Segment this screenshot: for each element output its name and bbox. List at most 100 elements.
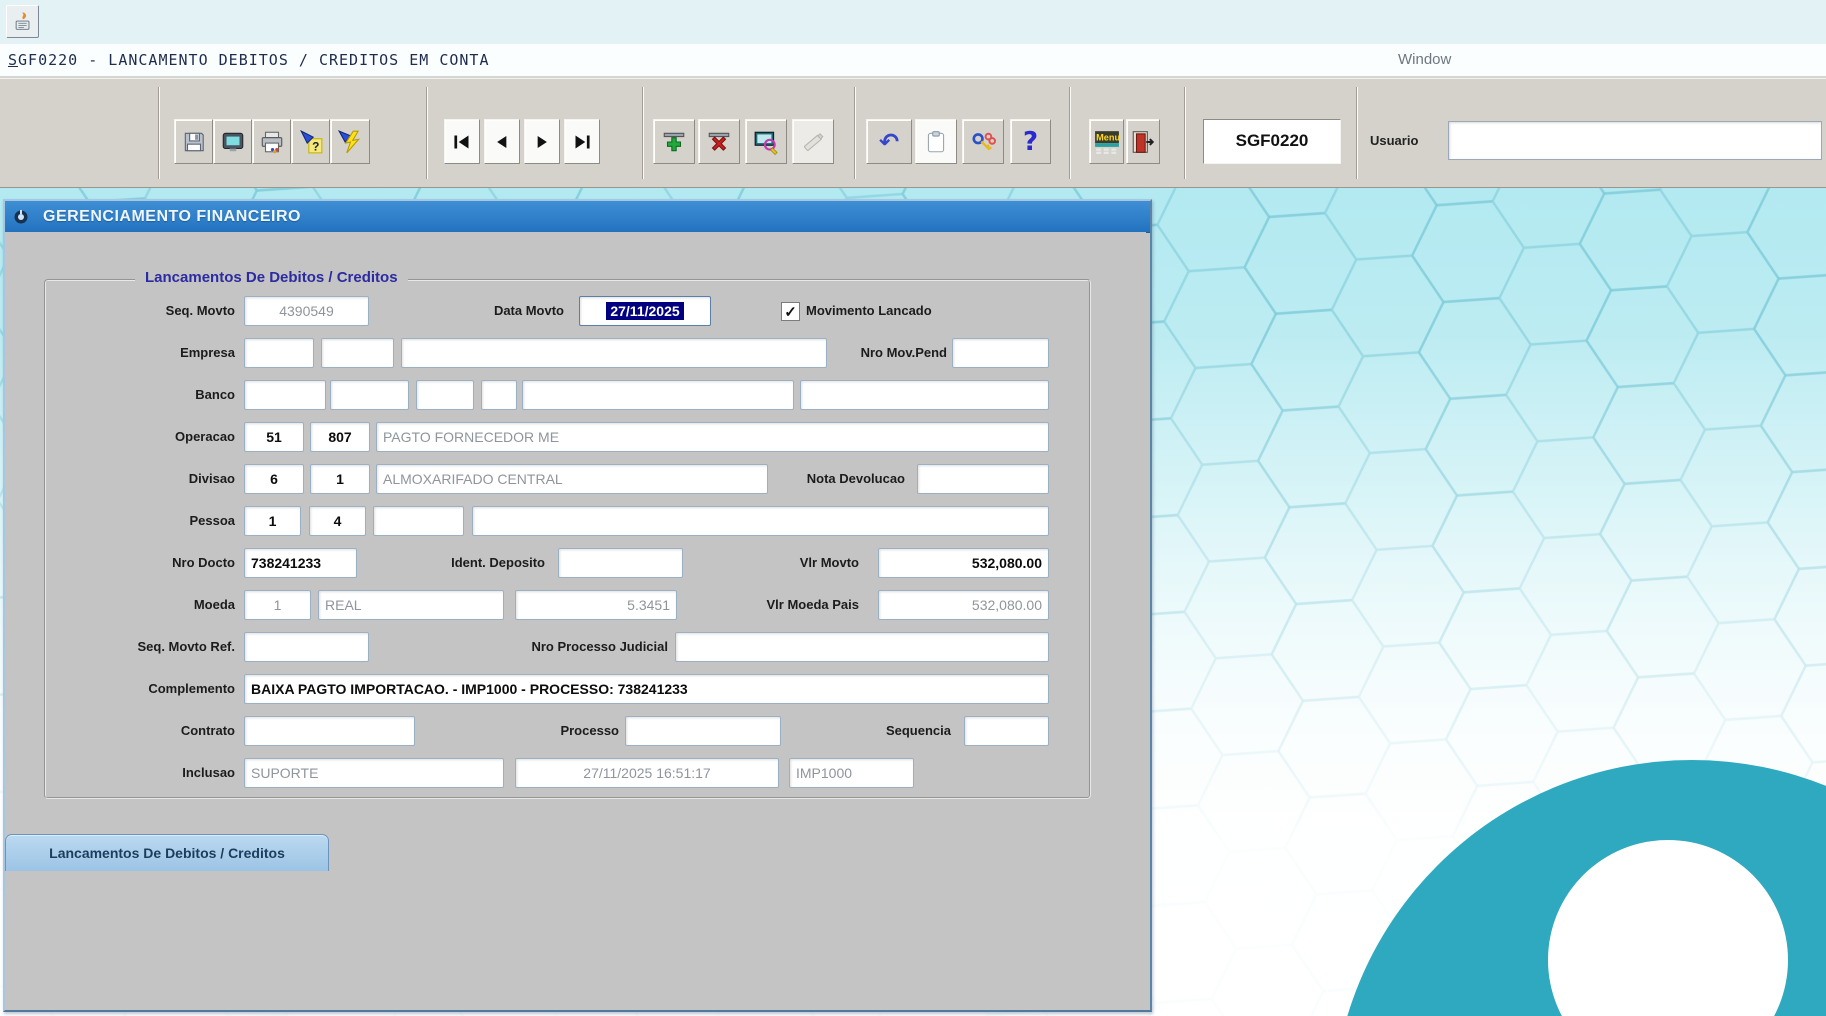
vlr-movto-field[interactable]: 532,080.00: [878, 548, 1049, 578]
complemento-label: Complemento: [32, 674, 235, 704]
delete-record-icon: [706, 129, 732, 155]
divisao-code2-field[interactable]: 1: [310, 464, 370, 494]
tab-lancamentos-debitos-creditos[interactable]: Lancamentos De Debitos / Creditos: [5, 834, 329, 871]
selected-text: 27/11/2025: [606, 302, 683, 320]
nav-next-button[interactable]: [524, 119, 560, 164]
seq-movto-field[interactable]: 4390549: [244, 296, 369, 326]
help-button[interactable]: ?: [1010, 119, 1051, 164]
vlr-moeda-pais-field[interactable]: 532,080.00: [878, 590, 1049, 620]
operacao-desc-field[interactable]: PAGTO FORNECEDOR ME: [376, 422, 1049, 452]
movimento-lancado-checkbox[interactable]: ✓: [781, 302, 800, 321]
insert-record-button[interactable]: [653, 119, 695, 164]
moeda-name-field[interactable]: REAL: [318, 590, 504, 620]
toolbar: ?: [0, 78, 1826, 188]
sequencia-label: Sequencia: [809, 716, 951, 746]
screen: SGF0220 - LANCAMENTO DEBITOS / CREDITOS …: [0, 0, 1826, 1016]
display-record-icon: [753, 129, 779, 155]
execute-query-icon: [337, 129, 363, 155]
nro-docto-field[interactable]: 738241233: [244, 548, 357, 578]
complemento-field[interactable]: BAIXA PAGTO IMPORTACAO. - IMP1000 - PROC…: [244, 674, 1049, 704]
save-button[interactable]: [174, 119, 213, 164]
contrato-field[interactable]: [244, 716, 415, 746]
undo-button[interactable]: ↶: [866, 119, 912, 164]
toolbar-separator: [1356, 87, 1358, 179]
divisao-desc-field[interactable]: ALMOXARIFADO CENTRAL: [376, 464, 768, 494]
menu-window[interactable]: Window: [1398, 44, 1451, 76]
inclusao-usuario-field[interactable]: SUPORTE: [244, 758, 504, 788]
nro-mov-pend-field[interactable]: [952, 338, 1049, 368]
pessoa-code2-field[interactable]: 4: [309, 506, 366, 536]
banco-field-5[interactable]: [522, 380, 794, 410]
empresa-field-3[interactable]: [401, 338, 827, 368]
clipboard-button[interactable]: [915, 119, 957, 164]
nro-processo-judicial-label: Nro Processo Judicial: [468, 632, 668, 662]
nav-prev-button[interactable]: [484, 119, 520, 164]
moeda-code-field[interactable]: 1: [244, 590, 311, 620]
execute-query-button[interactable]: [330, 119, 370, 164]
insert-record-icon: [661, 129, 687, 155]
display-button[interactable]: [213, 119, 252, 164]
gerenciamento-financeiro-window: GERENCIAMENTO FINANCEIRO Lancamentos De …: [3, 199, 1152, 1012]
exit-icon: [1130, 129, 1156, 155]
toolbar-separator: [1069, 87, 1071, 179]
pessoa-code1-field[interactable]: 1: [244, 506, 301, 536]
toolbar-separator: [854, 87, 856, 179]
exit-button[interactable]: [1126, 119, 1160, 164]
toolbar-separator: [158, 87, 160, 179]
contrato-label: Contrato: [32, 716, 235, 746]
menu-screen-button[interactable]: Menu: [1089, 119, 1124, 164]
seq-movto-ref-field[interactable]: [244, 632, 369, 662]
processo-field[interactable]: [625, 716, 781, 746]
help-icon: ?: [1023, 129, 1038, 155]
clear-record-button[interactable]: [792, 119, 834, 164]
usuario-label: Usuario: [1370, 119, 1418, 162]
pessoa-label: Pessoa: [32, 506, 235, 536]
pessoa-field-3[interactable]: [373, 506, 464, 536]
clipboard-icon: [923, 129, 949, 155]
group-title: Lancamentos De Debitos / Creditos: [135, 265, 408, 291]
divisao-code1-field[interactable]: 6: [244, 464, 304, 494]
usuario-input[interactable]: [1448, 121, 1822, 160]
nav-next-icon: [529, 129, 555, 155]
data-movto-field[interactable]: 27/11/2025: [579, 296, 711, 326]
enter-query-button[interactable]: ?: [291, 119, 330, 164]
operacao-code2-field[interactable]: 807: [310, 422, 370, 452]
top-strip: [0, 0, 1826, 44]
empresa-field-2[interactable]: [321, 338, 394, 368]
toolbar-separator: [1184, 87, 1186, 179]
window-titlebar[interactable]: GERENCIAMENTO FINANCEIRO: [5, 201, 1150, 233]
display-record-button[interactable]: [745, 119, 787, 164]
nav-last-icon: [569, 129, 595, 155]
banco-field-3[interactable]: [416, 380, 474, 410]
display-icon: [220, 129, 246, 155]
nota-devolucao-label: Nota Devolucao: [765, 464, 905, 494]
inclusao-origem-field[interactable]: IMP1000: [789, 758, 914, 788]
app-icon-button[interactable]: [6, 5, 39, 38]
nav-first-button[interactable]: [444, 119, 480, 164]
nota-devolucao-field[interactable]: [917, 464, 1049, 494]
menubar: SGF0220 - LANCAMENTO DEBITOS / CREDITOS …: [0, 44, 1826, 78]
nav-last-button[interactable]: [564, 119, 600, 164]
empresa-field-1[interactable]: [244, 338, 314, 368]
banco-field-2[interactable]: [330, 380, 409, 410]
menu-form-title[interactable]: SGF0220 - LANCAMENTO DEBITOS / CREDITOS …: [8, 44, 489, 76]
banco-field-6[interactable]: [800, 380, 1049, 410]
ident-deposito-label: Ident. Deposito: [402, 548, 545, 578]
app-icon: [12, 11, 34, 33]
banco-field-1[interactable]: [244, 380, 326, 410]
inclusao-datahora-field[interactable]: 27/11/2025 16:51:17: [515, 758, 779, 788]
divisao-label: Divisao: [32, 464, 235, 494]
sequencia-field[interactable]: [964, 716, 1049, 746]
pessoa-name-field[interactable]: [472, 506, 1049, 536]
operacao-code1-field[interactable]: 51: [244, 422, 304, 452]
toolbar-separator: [642, 87, 644, 179]
moeda-taxa-field[interactable]: 5.3451: [515, 590, 677, 620]
print-button[interactable]: [252, 119, 291, 164]
nro-processo-judicial-field[interactable]: [675, 632, 1049, 662]
banco-field-4[interactable]: [481, 380, 517, 410]
ident-deposito-field[interactable]: [558, 548, 683, 578]
print-icon: [259, 129, 285, 155]
delete-record-button[interactable]: [698, 119, 740, 164]
keys-icon: [970, 129, 996, 155]
keys-button[interactable]: [962, 119, 1004, 164]
